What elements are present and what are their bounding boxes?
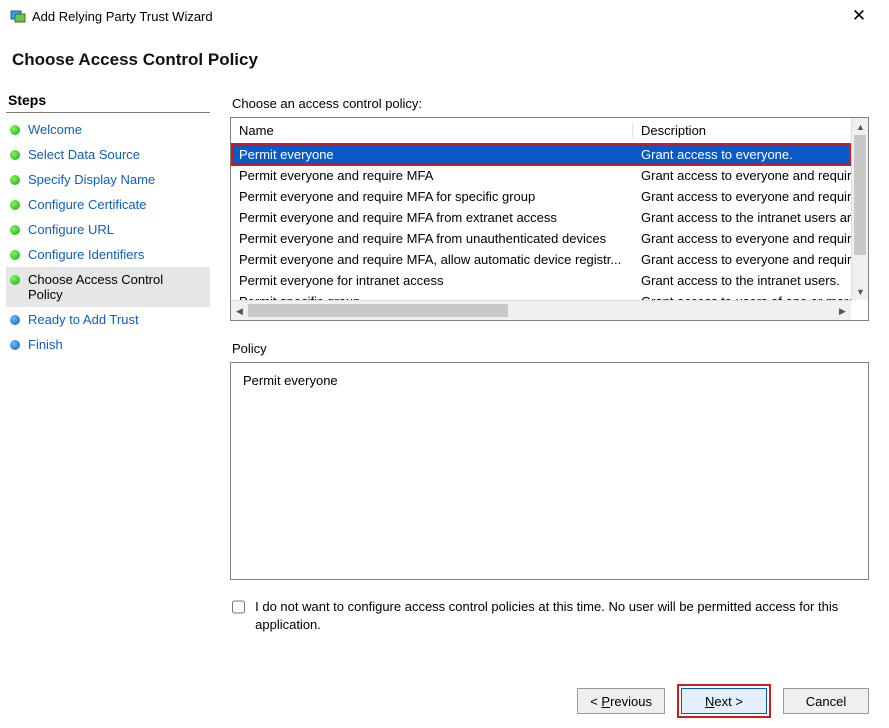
policy-row[interactable]: Permit everyone and require MFA, allow a… xyxy=(231,249,851,270)
policy-row[interactable]: Permit everyone for intranet access Gran… xyxy=(231,270,851,291)
status-dot-icon xyxy=(10,340,20,350)
policy-row[interactable]: Permit everyone and require MFA Grant ac… xyxy=(231,165,851,186)
window-title: Add Relying Party Trust Wizard xyxy=(32,9,839,24)
policy-desc: Grant access to the intranet users. xyxy=(633,273,851,288)
list-body: Permit everyone Grant access to everyone… xyxy=(231,144,851,300)
policy-desc: Grant access to everyone and requir xyxy=(633,189,851,204)
highlight-marker: Next > xyxy=(677,684,771,718)
step-choose-access-control-policy[interactable]: Choose Access Control Policy xyxy=(6,267,210,307)
column-description[interactable]: Description xyxy=(633,123,868,138)
sidebar-heading: Steps xyxy=(6,88,210,113)
step-specify-display-name[interactable]: Specify Display Name xyxy=(6,167,210,192)
status-dot-icon xyxy=(10,150,20,160)
scroll-down-icon[interactable]: ▼ xyxy=(852,283,869,300)
main-panel: Choose an access control policy: Name De… xyxy=(214,88,889,726)
policy-name: Permit everyone and require MFA for spec… xyxy=(231,189,633,204)
step-label: Welcome xyxy=(28,122,82,137)
step-finish[interactable]: Finish xyxy=(6,332,210,357)
policy-name: Permit everyone and require MFA from una… xyxy=(231,231,633,246)
policy-list: Name Description Permit everyone Grant a… xyxy=(230,117,869,321)
policy-row[interactable]: Permit everyone and require MFA from ext… xyxy=(231,207,851,228)
scroll-thumb[interactable] xyxy=(854,135,866,255)
page-title: Choose Access Control Policy xyxy=(0,32,889,88)
policy-desc: Grant access to everyone and requir xyxy=(633,231,851,246)
horizontal-scrollbar[interactable]: ◀ ▶ xyxy=(231,300,851,320)
step-label: Specify Display Name xyxy=(28,172,155,187)
status-dot-icon xyxy=(10,275,20,285)
step-label: Configure Certificate xyxy=(28,197,147,212)
policy-row[interactable]: Permit specific group Grant access to us… xyxy=(231,291,851,300)
skip-policy-checkbox-row[interactable]: I do not want to configure access contro… xyxy=(230,598,869,633)
status-dot-icon xyxy=(10,250,20,260)
scroll-thumb[interactable] xyxy=(248,304,508,317)
scroll-left-icon[interactable]: ◀ xyxy=(231,301,248,321)
policy-row[interactable]: Permit everyone Grant access to everyone… xyxy=(231,144,851,165)
scroll-right-icon[interactable]: ▶ xyxy=(834,301,851,321)
policy-name: Permit everyone and require MFA, allow a… xyxy=(231,252,633,267)
status-dot-icon xyxy=(10,200,20,210)
skip-policy-checkbox[interactable] xyxy=(232,600,245,614)
scroll-up-icon[interactable]: ▲ xyxy=(852,118,869,135)
policy-row[interactable]: Permit everyone and require MFA from una… xyxy=(231,228,851,249)
column-name[interactable]: Name xyxy=(231,123,633,138)
policy-desc: Grant access to everyone and requir xyxy=(633,252,851,267)
previous-button[interactable]: < Previous xyxy=(577,688,665,714)
step-select-data-source[interactable]: Select Data Source xyxy=(6,142,210,167)
step-configure-url[interactable]: Configure URL xyxy=(6,217,210,242)
step-label: Choose Access Control Policy xyxy=(28,272,198,302)
policy-name: Permit everyone and require MFA from ext… xyxy=(231,210,633,225)
cancel-button[interactable]: Cancel xyxy=(783,688,869,714)
steps-sidebar: Steps Welcome Select Data Source Specify… xyxy=(0,88,214,726)
step-configure-identifiers[interactable]: Configure Identifiers xyxy=(6,242,210,267)
policy-detail-box: Permit everyone xyxy=(230,362,869,580)
step-label: Finish xyxy=(28,337,63,352)
step-label: Configure Identifiers xyxy=(28,247,144,262)
status-dot-icon xyxy=(10,125,20,135)
next-button[interactable]: Next > xyxy=(681,688,767,714)
wizard-buttons: < Previous Next > Cancel xyxy=(577,684,869,718)
close-icon[interactable]: ✕ xyxy=(839,6,879,26)
wizard-icon xyxy=(10,8,26,24)
policy-row[interactable]: Permit everyone and require MFA for spec… xyxy=(231,186,851,207)
step-label: Configure URL xyxy=(28,222,114,237)
step-ready-to-add-trust[interactable]: Ready to Add Trust xyxy=(6,307,210,332)
policy-name: Permit everyone xyxy=(231,147,633,162)
vertical-scrollbar[interactable]: ▲ ▼ xyxy=(851,118,868,300)
status-dot-icon xyxy=(10,175,20,185)
policy-desc: Grant access to everyone and requir xyxy=(633,168,851,183)
policy-list-label: Choose an access control policy: xyxy=(232,96,869,111)
list-header: Name Description xyxy=(231,118,868,144)
step-label: Ready to Add Trust xyxy=(28,312,139,327)
policy-detail-label: Policy xyxy=(232,341,869,356)
policy-name: Permit everyone for intranet access xyxy=(231,273,633,288)
step-configure-certificate[interactable]: Configure Certificate xyxy=(6,192,210,217)
policy-name: Permit everyone and require MFA xyxy=(231,168,633,183)
title-bar: Add Relying Party Trust Wizard ✕ xyxy=(0,0,889,32)
policy-detail-text: Permit everyone xyxy=(243,373,338,388)
policy-desc: Grant access to the intranet users ar xyxy=(633,210,851,225)
status-dot-icon xyxy=(10,225,20,235)
step-welcome[interactable]: Welcome xyxy=(6,117,210,142)
status-dot-icon xyxy=(10,315,20,325)
policy-desc: Grant access to everyone. xyxy=(633,147,851,162)
skip-policy-label: I do not want to configure access contro… xyxy=(255,598,867,633)
step-label: Select Data Source xyxy=(28,147,140,162)
